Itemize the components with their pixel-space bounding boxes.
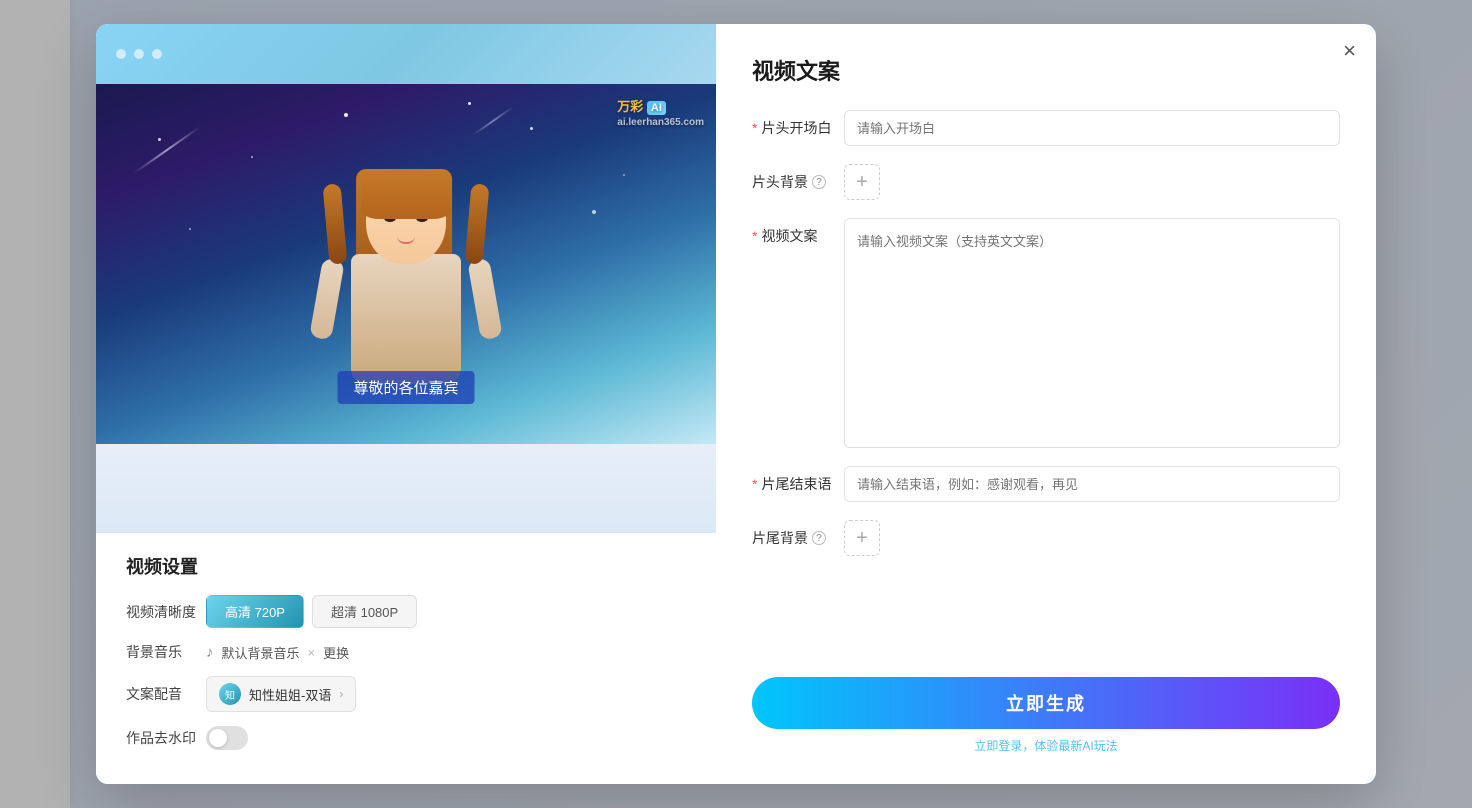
ending-form-group: * 片尾结束语 bbox=[752, 466, 1340, 502]
music-info: ♪ 默认背景音乐 × 更换 bbox=[206, 643, 349, 662]
ending-label: * 片尾结束语 bbox=[752, 466, 832, 494]
watermark-toggle[interactable] bbox=[206, 726, 248, 750]
watermark-toggle-row: 作品去水印 bbox=[126, 726, 686, 750]
opening-required-star: * bbox=[752, 120, 757, 136]
voice-name: 知性姐姐-双语 bbox=[249, 685, 331, 704]
top-bar-dot-3 bbox=[152, 49, 162, 59]
generate-button[interactable]: 立即生成 bbox=[752, 677, 1340, 729]
video-preview-container: 万彩 AI ai.leerhan365.com bbox=[96, 24, 716, 533]
voice-label: 文案配音 bbox=[126, 684, 206, 704]
video-top-bar bbox=[96, 24, 716, 84]
top-bar-dot-1 bbox=[116, 49, 126, 59]
video-bottom-fade bbox=[96, 444, 716, 533]
video-main-preview: 万彩 AI ai.leerhan365.com bbox=[96, 84, 716, 444]
right-panel: 视频文案 * 片头开场白 片头背景 ? + * bbox=[716, 24, 1376, 784]
header-bg-help-icon[interactable]: ? bbox=[812, 175, 826, 189]
script-form-group: * 视频文案 bbox=[752, 218, 1340, 448]
settings-section: 视频设置 视频清晰度 高清 720P 超清 1080P 背景音乐 ♪ 默认背景音… bbox=[96, 533, 716, 784]
music-name: 默认背景音乐 bbox=[222, 643, 300, 662]
music-row: 背景音乐 ♪ 默认背景音乐 × 更换 bbox=[126, 642, 686, 662]
music-note-icon: ♪ bbox=[206, 644, 214, 661]
ai-badge: AI bbox=[647, 101, 666, 115]
toggle-knob bbox=[209, 729, 227, 747]
close-button[interactable]: × bbox=[1343, 40, 1356, 62]
music-label: 背景音乐 bbox=[126, 642, 206, 662]
voice-avatar: 知 bbox=[219, 683, 241, 705]
char-hair-front bbox=[361, 169, 451, 219]
ending-input[interactable] bbox=[844, 466, 1340, 502]
quality-label: 视频清晰度 bbox=[126, 602, 206, 622]
footer-bg-add-button[interactable]: + bbox=[844, 520, 880, 556]
panel-title: 视频文案 bbox=[752, 54, 1340, 86]
quality-row: 视频清晰度 高清 720P 超清 1080P bbox=[126, 595, 686, 628]
top-bar-dot-2 bbox=[134, 49, 144, 59]
opening-form-group: * 片头开场白 bbox=[752, 110, 1340, 146]
subtitle-box: 尊敬的各位嘉宾 bbox=[337, 371, 474, 404]
watermark-text: 万彩 bbox=[617, 99, 643, 114]
voice-select-button[interactable]: 知 知性姐姐-双语 › bbox=[206, 676, 356, 712]
opening-label: * 片头开场白 bbox=[752, 110, 832, 138]
settings-title: 视频设置 bbox=[126, 553, 686, 579]
header-bg-add-button[interactable]: + bbox=[844, 164, 880, 200]
music-change-button[interactable]: 更换 bbox=[323, 643, 349, 662]
login-hint-link[interactable]: 立即登录，体验最新AI玩法 bbox=[974, 739, 1117, 753]
modal-overlay: × bbox=[0, 0, 1472, 808]
script-textarea[interactable] bbox=[844, 218, 1340, 448]
header-bg-label: 片头背景 ? bbox=[752, 164, 832, 192]
left-panel: 万彩 AI ai.leerhan365.com bbox=[96, 24, 716, 784]
watermark-site: ai.leerhan365.com bbox=[617, 117, 704, 128]
header-bg-form-group: 片头背景 ? + bbox=[752, 164, 1340, 200]
footer-bg-help-icon[interactable]: ? bbox=[812, 531, 826, 545]
voice-row: 文案配音 知 知性姐姐-双语 › bbox=[126, 676, 686, 712]
script-required-star: * bbox=[752, 228, 757, 244]
opening-input[interactable] bbox=[844, 110, 1340, 146]
watermark: 万彩 AI ai.leerhan365.com bbox=[617, 96, 704, 128]
footer-bg-label: 片尾背景 ? bbox=[752, 520, 832, 548]
login-hint: 立即登录，体验最新AI玩法 bbox=[752, 737, 1340, 754]
script-label: * 视频文案 bbox=[752, 218, 832, 246]
quality-720p-button[interactable]: 高清 720P bbox=[206, 595, 304, 628]
voice-arrow-icon: › bbox=[339, 687, 343, 701]
quality-1080p-button[interactable]: 超清 1080P bbox=[312, 595, 417, 628]
ending-required-star: * bbox=[752, 476, 757, 492]
watermark-toggle-label: 作品去水印 bbox=[126, 728, 206, 748]
footer-bg-form-group: 片尾背景 ? + bbox=[752, 520, 1340, 556]
modal-container: × bbox=[96, 24, 1376, 784]
music-separator[interactable]: × bbox=[308, 645, 316, 660]
char-outfit bbox=[351, 254, 461, 384]
